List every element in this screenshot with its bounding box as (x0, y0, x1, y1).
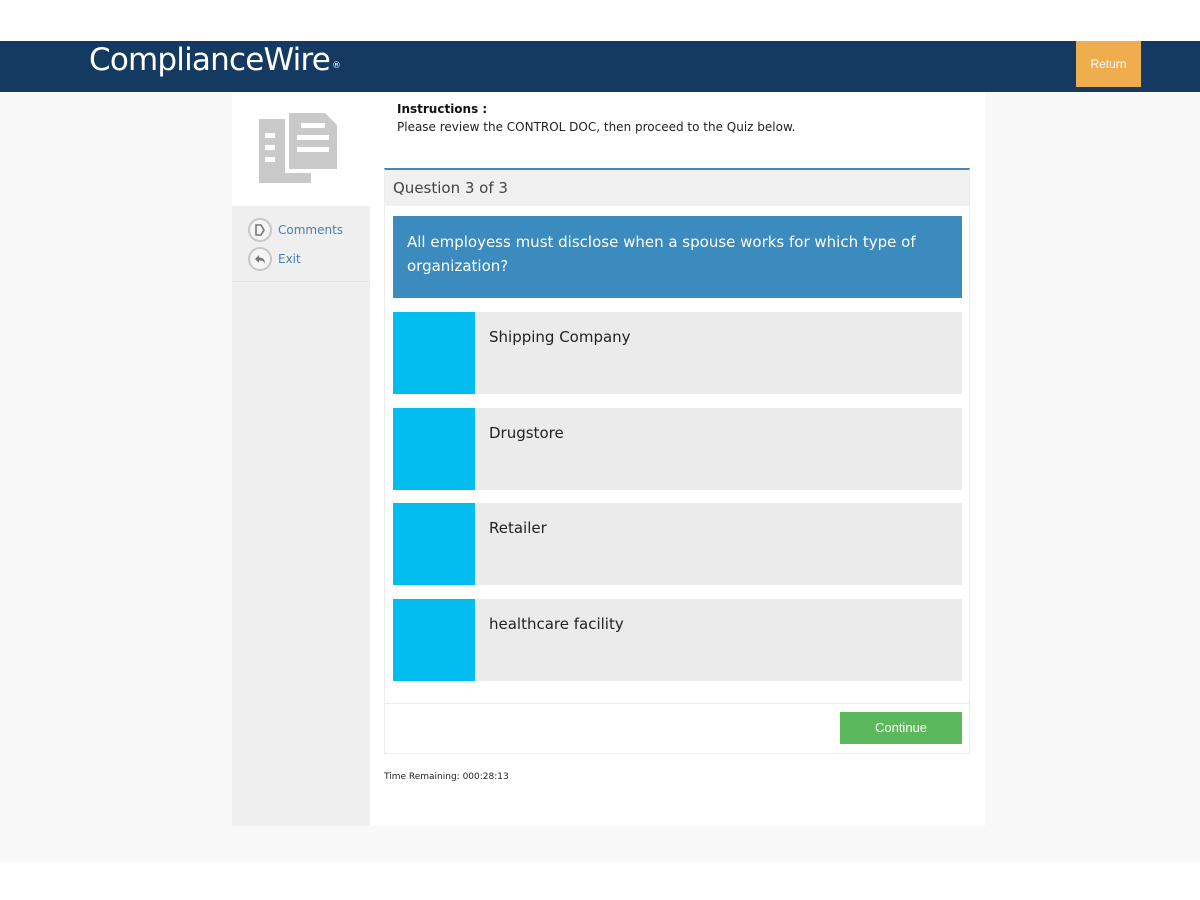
sidebar-item-label: Comments (278, 223, 344, 237)
instructions-text: Please review the CONTROL DOC, then proc… (397, 120, 796, 134)
question-text: All employess must disclose when a spous… (393, 216, 962, 298)
time-remaining: Time Remaining: 000:28:13 (384, 772, 509, 782)
answer-label: Shipping Company (489, 328, 631, 346)
sidebar-item-exit[interactable]: Exit (248, 247, 301, 271)
sidebar-document-panel (232, 92, 370, 206)
registered-mark: ® (332, 61, 341, 71)
answer-selector[interactable] (393, 599, 475, 681)
document-icon (259, 109, 341, 183)
answer-option[interactable]: Drugstore (393, 408, 962, 490)
main-content: Instructions : Please review the CONTROL… (370, 92, 985, 826)
continue-button[interactable]: Continue (840, 712, 962, 744)
quiz-footer-divider (385, 703, 969, 704)
reply-arrow-icon (248, 247, 272, 271)
quiz-panel: Question 3 of 3 All employess must discl… (384, 168, 970, 754)
answer-option[interactable]: healthcare facility (393, 599, 962, 681)
answer-selector[interactable] (393, 503, 475, 585)
top-header: ComplianceWire ® Return (0, 41, 1200, 92)
return-button[interactable]: Return (1076, 41, 1141, 87)
instructions-title: Instructions : (397, 102, 488, 116)
play-circle-icon (248, 218, 272, 242)
logo-text: ComplianceWire (89, 42, 331, 78)
answer-option[interactable]: Retailer (393, 503, 962, 585)
sidebar-item-label: Exit (278, 252, 301, 266)
answer-label: Retailer (489, 519, 547, 537)
question-counter: Question 3 of 3 (385, 170, 969, 206)
answer-option[interactable]: Shipping Company (393, 312, 962, 394)
sidebar: Comments Exit (232, 92, 370, 826)
answer-selector[interactable] (393, 312, 475, 394)
answer-selector[interactable] (393, 408, 475, 490)
sidebar-divider (232, 281, 370, 282)
sidebar-item-comments[interactable]: Comments (248, 218, 343, 242)
answer-label: healthcare facility (489, 615, 624, 633)
answer-label: Drugstore (489, 424, 564, 442)
compliancewire-logo: ComplianceWire ® (89, 41, 341, 92)
